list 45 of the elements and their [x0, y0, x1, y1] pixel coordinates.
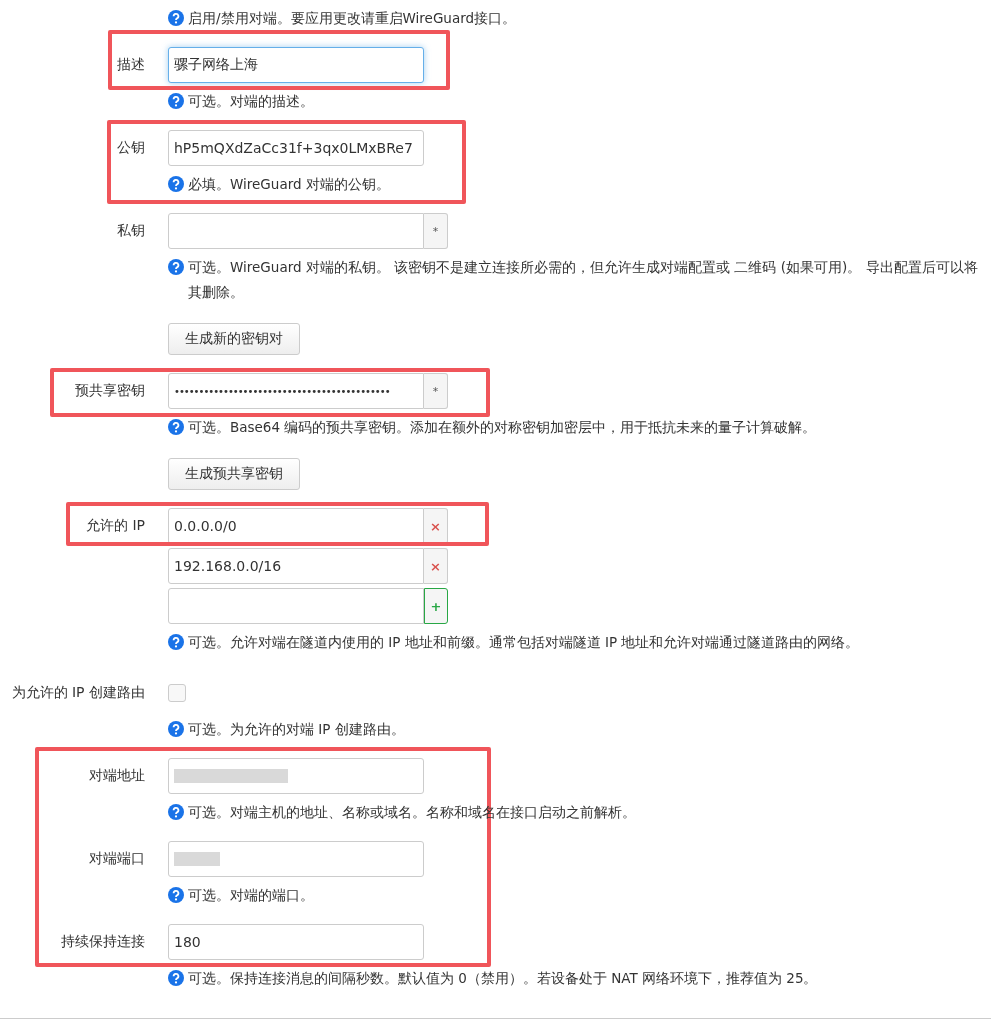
password-field[interactable]: •••••••••••••••••••••••••••••••••••••••••••• [168, 373, 424, 409]
help-text: 必填。WireGuard 对端的公钥。 [188, 175, 390, 194]
help-icon [168, 176, 184, 192]
help-text: 可选。WireGuard 对端的私钥。 该密钥不是建立连接所必需的，但允许生成对端配置或 二维码 (如果可用)。 导出配置后可以将其删除。 [188, 258, 979, 302]
reveal-button[interactable]: * [424, 373, 448, 409]
generate-button[interactable]: 生成预共享密钥 [168, 458, 300, 490]
help-text: 可选。Base64 编码的预共享密钥。添加在额外的对称密钥加密层中，用于抵抗未来的量子计算破解。 [188, 418, 817, 437]
ip-field[interactable] [168, 588, 424, 624]
input-field[interactable] [168, 841, 424, 877]
help-text: 可选。为允许的对端 IP 创建路由。 [188, 720, 405, 739]
field-label: 持续保持连接 [61, 933, 145, 951]
ip-field[interactable]: 192.168.0.0/16 [168, 548, 424, 584]
field-label: 私钥 [117, 222, 145, 240]
help-text: 可选。对端的描述。 [188, 92, 314, 111]
help-icon [168, 804, 184, 820]
remove-button[interactable]: × [424, 548, 448, 584]
remove-button[interactable]: × [424, 508, 448, 544]
help-icon [168, 887, 184, 903]
help-icon [168, 970, 184, 986]
field-label: 对端端口 [89, 850, 145, 868]
field-label: 允许的 IP [85, 517, 145, 535]
field-label: 为允许的 IP 创建路由 [11, 684, 145, 702]
help-text: 可选。允许对端在隧道内使用的 IP 地址和前缀。通常包括对端隧道 IP 地址和允许对端通过隧道路由的网络。 [188, 633, 860, 652]
field-label: 预共享密钥 [75, 382, 145, 400]
help-icon [168, 10, 184, 26]
help-text: 启用/禁用对端。要应用更改请重启WireGuard接口。 [188, 9, 517, 28]
help-icon [168, 721, 184, 737]
input-field[interactable]: hP5mQXdZaCc31f+3qx0LMxBRe7 [168, 130, 424, 166]
help-icon [168, 419, 184, 435]
ip-field[interactable]: 0.0.0.0/0 [168, 508, 424, 544]
help-icon [168, 259, 184, 275]
help-text: 可选。对端的端口。 [188, 886, 314, 905]
field-label: 对端地址 [89, 767, 145, 785]
field-label: 公钥 [117, 139, 145, 157]
help-icon [168, 93, 184, 109]
input-field[interactable]: 骡子网络上海 [168, 47, 424, 83]
checkbox[interactable] [168, 684, 186, 702]
help-icon [168, 634, 184, 650]
generate-button[interactable]: 生成新的密钥对 [168, 323, 300, 355]
password-field[interactable] [168, 213, 424, 249]
help-text: 可选。保持连接消息的间隔秒数。默认值为 0（禁用）。若设备处于 NAT 网络环境下，推荐值为 25。 [188, 969, 818, 988]
field-label: 描述 [117, 56, 145, 74]
input-field[interactable] [168, 758, 424, 794]
reveal-button[interactable]: * [424, 213, 448, 249]
input-field[interactable]: 180 [168, 924, 424, 960]
